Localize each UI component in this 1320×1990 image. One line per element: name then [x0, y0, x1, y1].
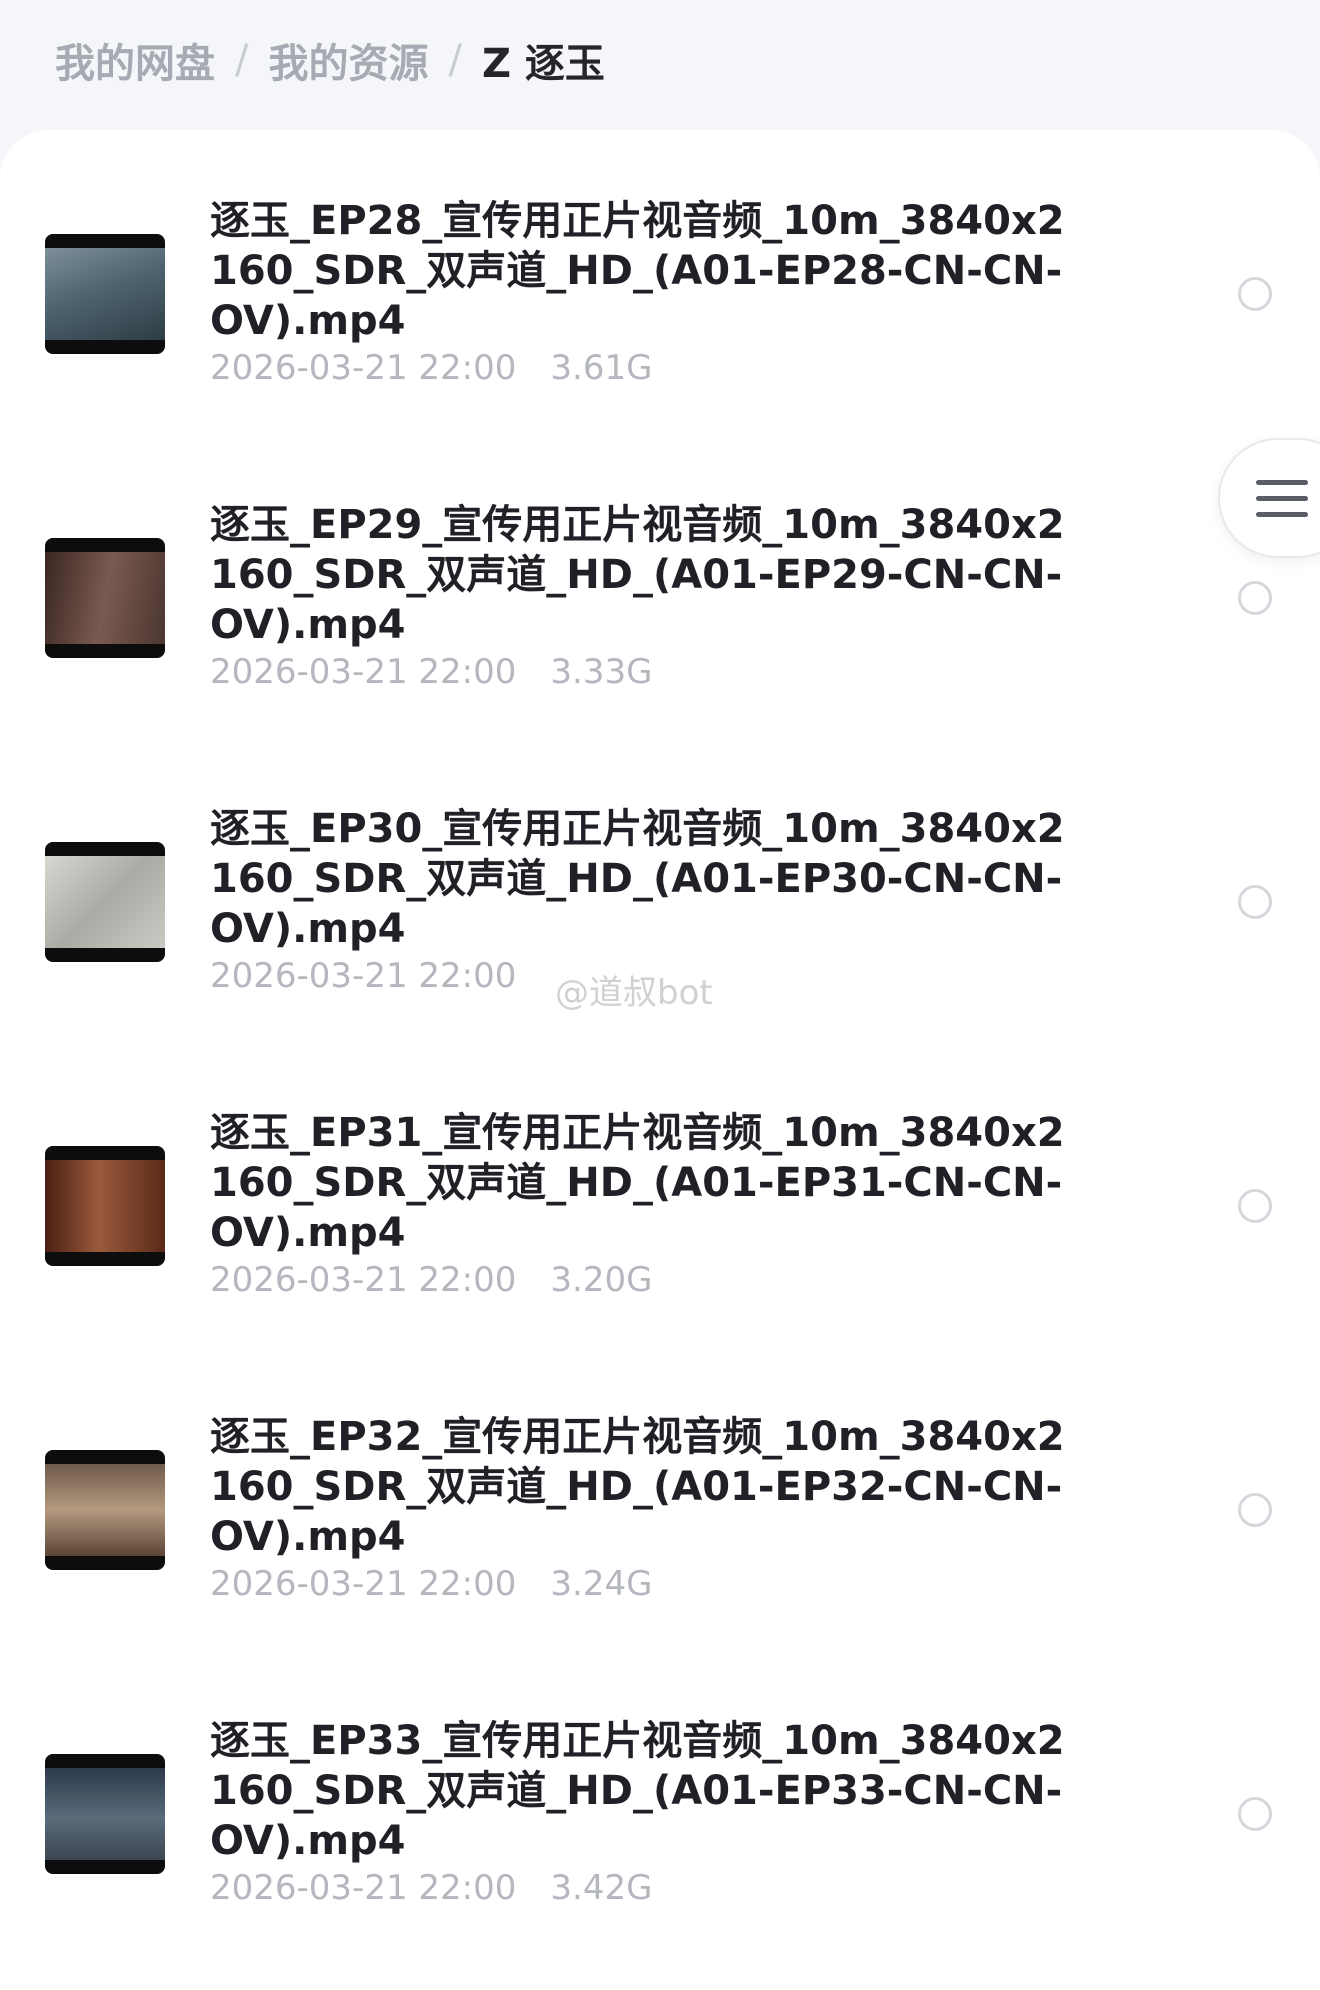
file-size: 3.24G: [550, 1564, 653, 1604]
file-size: 3.20G: [550, 1260, 653, 1300]
file-list: 逐玉_EP28_宣传用正片视音频_10m_3840x2160_SDR_双声道_H…: [0, 130, 1320, 1990]
watermark: @道叔bot: [555, 973, 713, 1013]
file-date: 2026-03-21 22:00: [210, 956, 517, 996]
file-row[interactable]: 逐玉_EP31_宣传用正片视音频_10m_3840x2160_SDR_双声道_H…: [0, 1042, 1320, 1346]
file-name: 逐玉_EP33_宣传用正片视音频_10m_3840x2160_SDR_双声道_H…: [210, 1718, 1065, 1864]
file-meta: 2026-03-21 22:00 3.42G: [210, 1868, 652, 1908]
radio-circle-icon[interactable]: [1238, 1797, 1272, 1831]
file-date: 2026-03-21 22:00: [210, 1564, 517, 1604]
file-date: 2026-03-21 22:00: [210, 652, 517, 692]
video-thumbnail: [45, 1450, 165, 1570]
file-meta: 2026-03-21 22:00 3.20G: [210, 1260, 652, 1300]
file-meta: 2026-03-21 22:00 3.33G: [210, 652, 652, 692]
file-name: 逐玉_EP31_宣传用正片视音频_10m_3840x2160_SDR_双声道_H…: [210, 1110, 1065, 1256]
video-thumbnail: [45, 842, 165, 962]
file-name: 逐玉_EP32_宣传用正片视音频_10m_3840x2160_SDR_双声道_H…: [210, 1414, 1065, 1560]
breadcrumb-my-resources[interactable]: 我的资源: [268, 31, 428, 89]
breadcrumb-separator: /: [235, 37, 249, 83]
file-name: 逐玉_EP30_宣传用正片视音频_10m_3840x2160_SDR_双声道_H…: [210, 806, 1065, 952]
file-name: 逐玉_EP29_宣传用正片视音频_10m_3840x2160_SDR_双声道_H…: [210, 502, 1065, 648]
video-thumbnail: [45, 1146, 165, 1266]
file-size: 3.33G: [550, 652, 653, 692]
breadcrumb-my-drive[interactable]: 我的网盘: [55, 31, 215, 89]
file-row[interactable]: 逐玉_EP33_宣传用正片视音频_10m_3840x2160_SDR_双声道_H…: [0, 1650, 1320, 1954]
radio-circle-icon[interactable]: [1238, 1493, 1272, 1527]
breadcrumb-separator: /: [448, 37, 462, 83]
radio-circle-icon[interactable]: [1238, 277, 1272, 311]
file-row[interactable]: 逐玉_EP29_宣传用正片视音频_10m_3840x2160_SDR_双声道_H…: [0, 434, 1320, 738]
file-date: 2026-03-21 22:00: [210, 348, 517, 388]
file-row[interactable]: 逐玉_EP32_宣传用正片视音频_10m_3840x2160_SDR_双声道_H…: [0, 1346, 1320, 1650]
file-date: 2026-03-21 22:00: [210, 1868, 517, 1908]
radio-circle-icon[interactable]: [1238, 885, 1272, 919]
radio-circle-icon[interactable]: [1238, 1189, 1272, 1223]
breadcrumb: 我的网盘 / 我的资源 / Z 逐玉: [55, 30, 605, 90]
breadcrumb-current-folder: Z 逐玉: [481, 41, 605, 87]
file-row[interactable]: 逐玉_EP28_宣传用正片视音频_10m_3840x2160_SDR_双声道_H…: [0, 130, 1320, 434]
file-meta: 2026-03-21 22:00 3.61G: [210, 348, 652, 388]
file-name: 逐玉_EP28_宣传用正片视音频_10m_3840x2160_SDR_双声道_H…: [210, 198, 1065, 344]
file-meta: 2026-03-21 22:00: [210, 956, 550, 996]
file-size: 3.61G: [550, 348, 653, 388]
video-thumbnail: [45, 538, 165, 658]
radio-circle-icon[interactable]: [1238, 581, 1272, 615]
file-size: 3.42G: [550, 1868, 653, 1908]
video-thumbnail: [45, 1754, 165, 1874]
file-date: 2026-03-21 22:00: [210, 1260, 517, 1300]
file-meta: 2026-03-21 22:00 3.24G: [210, 1564, 652, 1604]
video-thumbnail: [45, 234, 165, 354]
